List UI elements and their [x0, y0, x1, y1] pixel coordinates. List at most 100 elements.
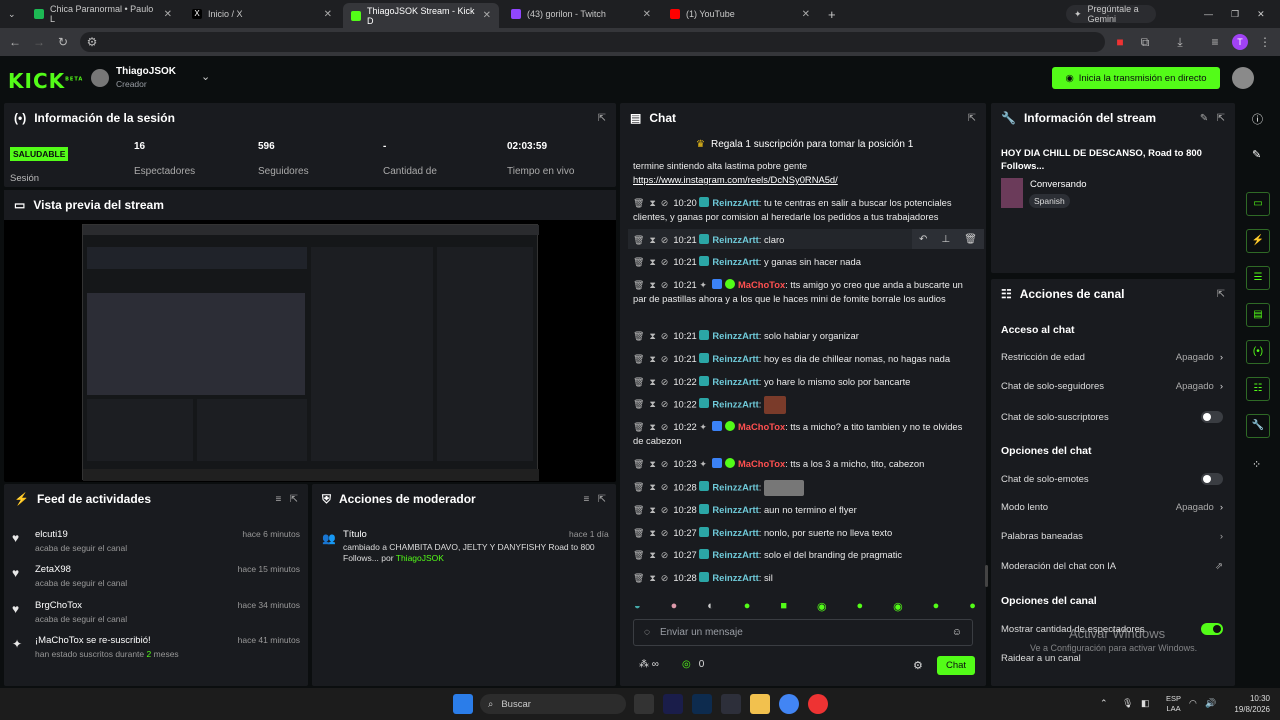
hourglass-icon[interactable]: ⧗ [649, 399, 655, 409]
hourglass-icon[interactable]: ⧗ [649, 280, 655, 290]
trash-icon[interactable]: 🗑 [633, 377, 644, 387]
reload-icon[interactable]: ↻ [55, 34, 71, 50]
trash-icon[interactable]: 🗑 [633, 550, 644, 560]
ban-icon[interactable]: ⊘ [661, 573, 669, 583]
go-live-button[interactable]: ◉ Inicia la transmisión en directo [1052, 67, 1220, 89]
chat-message[interactable]: 🗑 ⧗ ⊘ 10:21 ReinzzArtt: y ganas sin hacer n… [633, 255, 973, 269]
chat-message[interactable]: 🗑 ⧗ ⊘ 10:27 ReinzzArtt: nonlo, por suerte n… [633, 526, 973, 540]
people-icon[interactable]: ⁂ ∞ [639, 659, 659, 670]
emote-icon[interactable]: ◐ [707, 600, 714, 612]
ban-icon[interactable]: ⊘ [661, 331, 669, 341]
close-window-icon[interactable]: ✕ [1257, 9, 1265, 20]
filter-icon[interactable]: ≡ ⇱ [583, 494, 606, 505]
browser-tab-3[interactable]: ThiagoJSOK Stream - Kick D ✕ [343, 3, 499, 28]
ban-icon[interactable]: ⊘ [661, 422, 669, 432]
trash-icon[interactable]: 🗑 [633, 422, 644, 432]
after-effects-icon[interactable] [663, 694, 683, 714]
wrench-icon[interactable]: 🔧 [1246, 414, 1270, 438]
signal-icon[interactable]: (•) [1246, 340, 1270, 364]
chat-scrollbar[interactable] [985, 565, 988, 587]
banned-words-row[interactable]: Palabras baneadas › [1001, 531, 1223, 542]
chat-input[interactable]: ◌ Enviar un mensaje ☺ [633, 619, 973, 646]
emote-icon[interactable]: ● [969, 600, 976, 612]
hourglass-icon[interactable]: ⧗ [649, 528, 655, 538]
chat-message[interactable]: 🗑 ⧗ ⊘ 10:28 ReinzzArtt: sil [633, 571, 973, 585]
trash-icon[interactable]: 🗑 [633, 235, 644, 245]
trash-icon[interactable]: 🗑 [633, 354, 644, 364]
ban-icon[interactable]: ⊘ [661, 399, 669, 409]
subs-only-toggle[interactable] [1201, 411, 1223, 423]
emote-icon[interactable]: ● [933, 600, 940, 612]
chat-message[interactable]: 🗑 ⧗ ⊘ 10:21 ReinzzArtt: hoy es dia de chill… [633, 352, 973, 366]
hourglass-icon[interactable]: ⧗ [649, 422, 655, 432]
trash-icon[interactable]: 🗑 [633, 482, 644, 492]
chat-message[interactable]: 🗑 ⧗ ⊘ 10:21 ReinzzArtt: solo habiar y organ… [633, 329, 973, 343]
browser-tab-5[interactable]: (1) YouTube ✕ [662, 4, 818, 24]
tab-search-button[interactable]: ⌄ [0, 4, 26, 24]
browser-tab-1[interactable]: Chica Paranormal • Paulo L ✕ [26, 4, 180, 24]
volume-icon[interactable]: 🔊 [1205, 698, 1216, 709]
site-info-icon[interactable]: ⚙ [84, 34, 100, 50]
expand-icon[interactable]: ⇱ [598, 113, 606, 124]
chevron-down-icon[interactable]: ⌄ [201, 70, 210, 83]
ban-icon[interactable]: ⊘ [661, 505, 669, 515]
bolt-icon[interactable]: ⚡ [1246, 229, 1270, 253]
close-icon[interactable]: ✕ [324, 9, 332, 20]
chat-message[interactable]: 🗑 ⧗ ⊘ 10:28 ReinzzArtt: aun no termino el f… [633, 503, 973, 517]
hourglass-icon[interactable]: ⧗ [649, 573, 655, 583]
chat-message[interactable]: 🗑 ⧗ ⊘ 10:22 ReinzzArtt: [633, 396, 973, 414]
taskbar-search[interactable]: ⌕ Buscar [480, 694, 626, 714]
forward-icon[interactable]: → [31, 34, 47, 50]
windows-start-icon[interactable] [453, 694, 473, 714]
extension-icon[interactable]: ■ [1112, 34, 1128, 50]
stream-preview-video[interactable] [82, 224, 539, 481]
maximize-icon[interactable]: ❐ [1231, 9, 1239, 20]
emoji-icon[interactable]: ☺ [952, 627, 962, 638]
ban-icon[interactable]: ⊘ [661, 528, 669, 538]
trash-icon[interactable]: 🗑 [964, 234, 977, 245]
avatar[interactable] [91, 69, 109, 87]
points-display[interactable]: ◎ 0 [682, 659, 704, 670]
trash-icon[interactable]: 🗑 [633, 528, 644, 538]
minimize-icon[interactable]: — [1204, 9, 1213, 19]
raid-row[interactable]: Raidear a un canal [1001, 653, 1223, 664]
ai-moderation-row[interactable]: Moderación del chat con IA ⇗ [1001, 561, 1223, 572]
chat-message[interactable]: 🗑 ⧗ ⊘ 10:20 ReinzzArtt: tu te centras en sa… [633, 196, 973, 224]
new-tab-button[interactable]: + [820, 4, 842, 24]
language-indicator[interactable]: ESP LAA [1166, 694, 1181, 714]
send-chat-button[interactable]: Chat [937, 656, 975, 675]
ban-icon[interactable]: ⊘ [661, 550, 669, 560]
hourglass-icon[interactable]: ⧗ [649, 550, 655, 560]
close-icon[interactable]: ✕ [643, 9, 651, 20]
trash-icon[interactable]: 🗑 [633, 257, 644, 267]
browser-tab-4[interactable]: (43) gorilon - Twitch ✕ [503, 4, 659, 24]
app-icon[interactable] [634, 694, 654, 714]
chat-link[interactable]: https://www.instagram.com/reels/DcNSy0RN… [633, 174, 838, 185]
address-bar[interactable]: ⚙ [80, 32, 1105, 52]
hourglass-icon[interactable]: ⧗ [649, 331, 655, 341]
pencil-icon[interactable]: ✎ [1252, 148, 1261, 161]
popout-icon[interactable]: ⇱ [968, 113, 976, 124]
pin-icon[interactable]: ⊥ [941, 234, 950, 245]
media-icon[interactable]: ≡ [1207, 34, 1223, 50]
profile-avatar[interactable]: T [1232, 34, 1248, 50]
back-icon[interactable]: ← [7, 34, 23, 50]
chat-icon[interactable]: ▤ [1246, 303, 1270, 327]
mod-user-link[interactable]: ThiagoJSOK [396, 553, 444, 563]
microphone-icon[interactable]: 🎙 [1122, 698, 1133, 709]
emote-icon[interactable]: ◉ [817, 600, 827, 613]
feed-user[interactable]: ¡MaChoTox se re-suscribió! [35, 635, 151, 646]
close-icon[interactable]: ✕ [802, 9, 810, 20]
folder-icon[interactable] [750, 694, 770, 714]
kick-logo[interactable]: KICKBETA [8, 69, 83, 93]
close-icon[interactable]: ✕ [164, 9, 172, 20]
feed-user[interactable]: ZetaX98 [35, 564, 71, 575]
chat-message[interactable]: 🗑 ⧗ ⊘ 10:21 ✦ MaChoTox: tts amigo yo creo qu… [633, 278, 973, 306]
info-icon[interactable]: ⓘ [1252, 111, 1263, 127]
app-icon[interactable] [808, 694, 828, 714]
feed-user[interactable]: elcuti19 [35, 529, 68, 540]
ban-icon[interactable]: ⊘ [661, 459, 669, 469]
hourglass-icon[interactable]: ⧗ [649, 257, 655, 267]
settings-icon[interactable]: ⚙ [913, 659, 923, 672]
hourglass-icon[interactable]: ⧗ [649, 482, 655, 492]
